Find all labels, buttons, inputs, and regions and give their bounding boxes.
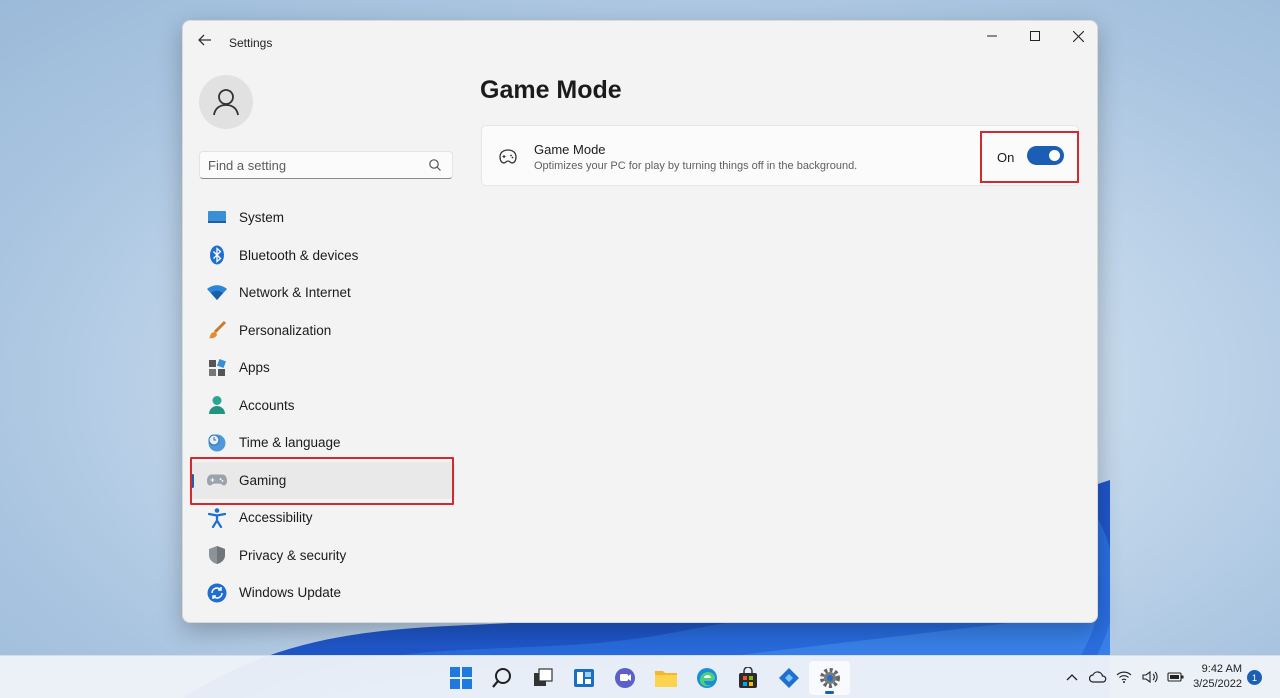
file-explorer-button[interactable] [645, 661, 686, 695]
sidebar-item-label: Gaming [239, 472, 287, 488]
sidebar-nav: System Bluetooth & devices Network & Int… [189, 199, 455, 612]
teams-chat-button[interactable] [604, 661, 645, 695]
page-title: Game Mode [480, 76, 622, 104]
taskbar-search-button[interactable] [481, 661, 522, 695]
minimize-button[interactable] [971, 21, 1013, 51]
back-arrow-icon[interactable] [195, 33, 215, 53]
sidebar-item-label: Bluetooth & devices [239, 247, 359, 263]
wifi-icon [207, 283, 227, 303]
store-icon [738, 667, 757, 688]
sidebar-item-personalization[interactable]: Personalization [189, 312, 455, 350]
chevron-up-icon[interactable] [1062, 667, 1082, 687]
sidebar-item-windows-update[interactable]: Windows Update [189, 574, 455, 612]
user-icon [213, 89, 239, 116]
volume-icon[interactable] [1140, 667, 1160, 687]
edge-browser-button[interactable] [686, 661, 727, 695]
start-button[interactable] [440, 661, 481, 695]
sidebar-item-label: Apps [239, 360, 270, 376]
taskbar-apps [440, 661, 850, 695]
setting-title: Game Mode [534, 142, 606, 157]
sidebar-item-accounts[interactable]: Accounts [189, 387, 455, 425]
search-box[interactable] [199, 151, 453, 179]
account-icon [207, 395, 227, 415]
sidebar-item-label: Personalization [239, 322, 332, 338]
search-input[interactable] [200, 152, 420, 178]
folder-icon [654, 671, 677, 687]
title-bar: Settings [183, 21, 1097, 65]
sidebar-item-network-internet[interactable]: Network & Internet [189, 274, 455, 312]
gamepad-icon [207, 470, 227, 490]
widgets-icon [573, 669, 594, 687]
clock-date: 3/25/2022 [1193, 678, 1242, 690]
sidebar-item-label: Network & Internet [239, 285, 351, 301]
taskbar-clock[interactable]: 9:42 AM 3/25/2022 [1182, 662, 1242, 692]
maximize-icon [1030, 31, 1040, 41]
avatar[interactable] [199, 75, 253, 129]
sidebar-item-label: Accounts [239, 397, 295, 413]
close-icon [1072, 30, 1084, 42]
task-view-icon [533, 668, 553, 686]
snip-icon [778, 668, 799, 688]
sidebar-item-bluetooth-devices[interactable]: Bluetooth & devices [189, 237, 455, 275]
chat-icon [614, 668, 635, 688]
close-button[interactable] [1057, 21, 1097, 51]
wifi-icon[interactable] [1114, 667, 1134, 687]
search-icon [429, 159, 441, 171]
setting-description: Optimizes your PC for play by turning th… [534, 160, 858, 172]
task-view-button[interactable] [522, 661, 563, 695]
settings-window: Settings System [182, 20, 1098, 623]
system-icon [207, 208, 227, 228]
edge-icon [696, 668, 717, 688]
toggle-knob [1049, 150, 1060, 161]
minimize-icon [987, 35, 997, 37]
taskbar: 9:42 AM 3/25/2022 1 [0, 655, 1280, 698]
widgets-button[interactable] [563, 661, 604, 695]
gear-icon [819, 668, 840, 688]
sidebar-item-time-language[interactable]: Time & language [189, 424, 455, 462]
sidebar-item-privacy-security[interactable]: Privacy & security [189, 537, 455, 575]
sidebar-item-label: System [239, 210, 285, 226]
snipping-tool-button[interactable] [768, 661, 809, 695]
cloud-icon[interactable] [1088, 667, 1108, 687]
sidebar-item-label: Accessibility [239, 510, 313, 526]
sidebar-item-gaming[interactable]: Gaming [189, 461, 455, 499]
notification-badge[interactable]: 1 [1247, 670, 1262, 685]
sidebar-item-system[interactable]: System [189, 199, 455, 237]
settings-taskbar-button[interactable] [809, 661, 850, 695]
maximize-button[interactable] [1014, 21, 1056, 51]
bluetooth-icon [207, 245, 227, 265]
clock-globe-icon [207, 433, 227, 453]
brush-icon [207, 320, 227, 340]
sidebar-item-apps[interactable]: Apps [189, 349, 455, 387]
update-icon [207, 583, 227, 603]
game-mode-setting-card: Game Mode Optimizes your PC for play by … [481, 125, 1079, 186]
search-icon [491, 668, 511, 688]
store-button[interactable] [727, 661, 768, 695]
game-mode-icon [499, 149, 517, 164]
toggle-state-label: On [997, 150, 1015, 165]
sidebar-item-label: Windows Update [239, 585, 342, 601]
system-tray [1062, 667, 1186, 687]
sidebar-item-label: Time & language [239, 435, 341, 451]
app-title: Settings [229, 36, 273, 50]
sidebar-item-label: Privacy & security [239, 547, 347, 563]
clock-time: 9:42 AM [1201, 663, 1242, 675]
sidebar-item-accessibility[interactable]: Accessibility [189, 499, 455, 537]
apps-icon [207, 358, 227, 378]
windows-logo-icon [449, 667, 472, 689]
accessibility-icon [207, 507, 227, 528]
shield-icon [207, 545, 227, 565]
game-mode-toggle[interactable] [1027, 146, 1064, 165]
